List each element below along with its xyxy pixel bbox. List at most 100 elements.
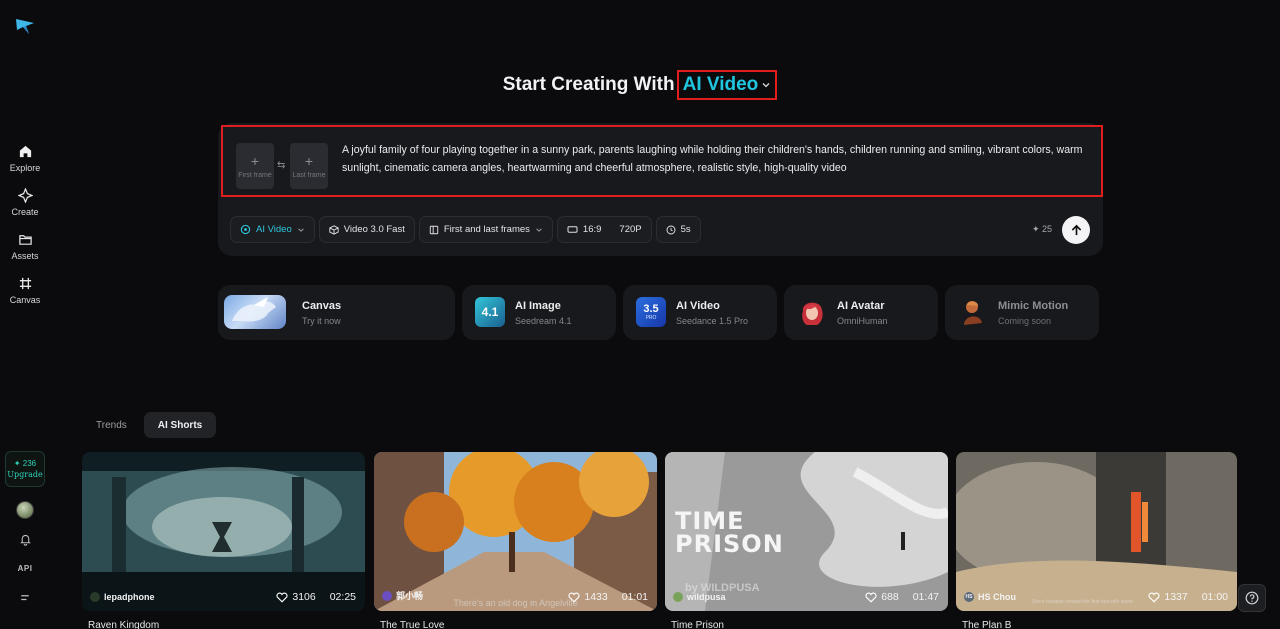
frames-icon [429, 225, 439, 234]
reference-dropdown-label: First and last frames [443, 224, 530, 235]
author-avatar: HS [964, 592, 974, 602]
tool-card-ai-video[interactable]: 3.5 PRO AI Video Seedance 1.5 Pro [623, 285, 777, 340]
sidebar-item-assets[interactable]: Assets [0, 230, 50, 261]
like-count: 1433 [584, 591, 608, 603]
video-title[interactable]: The True Love [380, 620, 444, 629]
reference-dropdown[interactable]: First and last frames [418, 216, 553, 243]
cube-icon [329, 224, 339, 235]
like-count: 688 [881, 591, 899, 603]
tab-trends[interactable]: Trends [82, 412, 141, 438]
video-stats: 3106 02:25 [276, 591, 356, 603]
video-duration: 02:25 [329, 591, 356, 603]
tool-card-ai-image[interactable]: 4.1 AI Image Seedream 4.1 [462, 285, 616, 340]
sidebar-item-label: Assets [11, 251, 39, 261]
mode-dropdown[interactable]: AI Video [230, 216, 315, 243]
duration-label: 5s [680, 224, 691, 235]
tool-name: Canvas [302, 300, 342, 312]
credit-cost: ✦ 25 [1032, 224, 1053, 234]
home-icon [16, 142, 34, 160]
ai-video-badge-sub: PRO [645, 314, 657, 321]
heart-icon[interactable] [276, 592, 288, 603]
heart-icon[interactable] [865, 592, 877, 603]
author-avatar [673, 592, 683, 602]
upgrade-link[interactable]: Upgrade [7, 470, 42, 479]
sidebar-item-explore[interactable]: Explore [0, 142, 50, 173]
sidebar-item-canvas[interactable]: Canvas [0, 274, 50, 305]
video-stats: 688 01:47 [865, 591, 939, 603]
video-stats: 1337 01:00 [1148, 591, 1228, 603]
last-frame-upload[interactable]: + Last frame [290, 143, 328, 189]
tool-subtitle: Seedream 4.1 [515, 316, 572, 326]
generate-button[interactable] [1062, 216, 1090, 244]
resolution-label: 720P [619, 224, 642, 235]
tool-subtitle: Seedance 1.5 Pro [676, 316, 749, 326]
first-frame-upload[interactable]: + First frame [236, 143, 274, 189]
last-frame-label: Last frame [292, 171, 326, 179]
mode-select-value: AI Video [682, 74, 759, 95]
video-duration: 01:01 [621, 591, 648, 603]
credits-amount: ✦ 236 [13, 459, 37, 468]
plus-icon: + [250, 152, 260, 169]
feed-tabs: Trends AI Shorts [82, 412, 217, 438]
ai-video-icon: 3.5 PRO [636, 297, 666, 327]
ratio-resolution-select[interactable]: 16:9 720P [556, 216, 652, 243]
video-author[interactable]: HS HS Chou [964, 592, 1016, 602]
video-title[interactable]: The Plan B [962, 620, 1011, 629]
swap-icon[interactable]: ⇆ [277, 160, 285, 171]
video-author[interactable]: lepadphone [90, 592, 155, 602]
canvas-icon [16, 274, 34, 292]
like-count: 1337 [1164, 591, 1188, 603]
video-author[interactable]: wildpusa [673, 592, 726, 602]
video-card-time-prison[interactable]: TIME PRISON by WILDPUSA wildpusa 688 01:… [665, 452, 948, 611]
prompt-text[interactable]: A joyful family of four playing together… [342, 142, 1097, 177]
prompt-card: + First frame ⇆ + Last frame A joyful fa… [218, 123, 1103, 256]
app-root: Explore Create Assets Canvas ✦ 236 Upgra… [0, 0, 1280, 629]
ai-avatar-icon [797, 297, 827, 327]
author-name: wildpusa [687, 592, 726, 602]
bell-icon[interactable] [0, 533, 50, 546]
logo-icon[interactable] [14, 15, 36, 37]
mode-select-dropdown[interactable]: AI Video [676, 70, 778, 100]
first-frame-label: First frame [238, 171, 272, 179]
chevron-down-icon [536, 227, 542, 232]
heart-icon[interactable] [1148, 592, 1160, 603]
model-select-label: Video 3.0 Fast [343, 224, 405, 235]
avatar[interactable] [16, 501, 34, 519]
ratio-label: 16:9 [582, 224, 602, 235]
tool-card-mimic-motion[interactable]: Mimic Motion Coming soon [945, 285, 1099, 340]
credits-badge[interactable]: ✦ 236 Upgrade [5, 451, 45, 487]
video-title[interactable]: Time Prison [671, 620, 724, 629]
tool-card-canvas[interactable]: Canvas Try it now [218, 285, 455, 340]
menu-icon[interactable] [0, 592, 50, 604]
prompt-input-area[interactable]: + First frame ⇆ + Last frame A joyful fa… [221, 125, 1103, 197]
page-title: Start Creating With AI Video [0, 70, 1280, 100]
sidebar-item-label: Create [11, 207, 39, 217]
video-duration: 01:47 [912, 591, 939, 603]
chevron-down-icon [297, 227, 304, 232]
model-select[interactable]: Video 3.0 Fast [318, 216, 415, 243]
video-duration: 01:00 [1201, 591, 1228, 603]
duration-select[interactable]: 5s [655, 216, 701, 243]
tab-ai-shorts[interactable]: AI Shorts [143, 412, 217, 438]
tool-card-ai-avatar[interactable]: AI Avatar OmniHuman [784, 285, 938, 340]
api-link[interactable]: API [0, 564, 50, 573]
heart-icon[interactable] [568, 592, 580, 603]
tool-name: AI Image [515, 300, 561, 312]
author-name: lepadphone [104, 592, 155, 602]
like-count: 3106 [292, 591, 316, 603]
credit-cost-value: 25 [1042, 224, 1053, 234]
overlay-line-2: PRISON [675, 530, 784, 558]
sidebar-item-create[interactable]: Create [0, 186, 50, 217]
api-label: API [17, 564, 33, 573]
video-card-the-plan-b[interactable]: HS HS Chou Since humans created the firs… [956, 452, 1237, 611]
sidebar-item-label: Explore [9, 163, 41, 173]
video-title[interactable]: Raven Kingdom [88, 620, 159, 629]
author-avatar [90, 592, 100, 602]
help-button[interactable] [1238, 584, 1266, 612]
video-card-raven-kingdom[interactable]: lepadphone 3106 02:25 [82, 452, 365, 611]
video-card-the-true-love[interactable]: 郭小畅 There's an old dog in Angelville 143… [374, 452, 657, 611]
tool-subtitle: OmniHuman [837, 316, 888, 326]
clock-icon [666, 225, 676, 234]
tool-subtitle: Try it now [302, 316, 341, 326]
author-name: HS Chou [978, 592, 1016, 602]
